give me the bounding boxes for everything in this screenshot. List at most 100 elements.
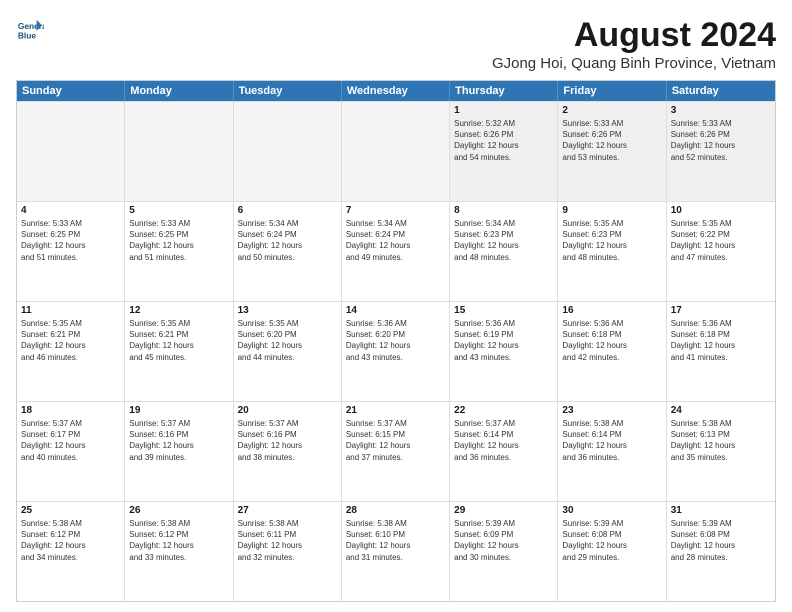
cell-content: Sunrise: 5:36 AM Sunset: 6:18 PM Dayligh…: [671, 318, 771, 363]
day-number: 15: [454, 305, 553, 316]
day-number: 3: [671, 105, 771, 116]
cell-content: Sunrise: 5:38 AM Sunset: 6:12 PM Dayligh…: [129, 518, 228, 563]
day-number: 7: [346, 205, 445, 216]
day-number: 25: [21, 505, 120, 516]
calendar-cell: 7Sunrise: 5:34 AM Sunset: 6:24 PM Daylig…: [342, 202, 450, 301]
cell-content: Sunrise: 5:35 AM Sunset: 6:23 PM Dayligh…: [562, 218, 661, 263]
day-number: 14: [346, 305, 445, 316]
cell-content: Sunrise: 5:34 AM Sunset: 6:24 PM Dayligh…: [238, 218, 337, 263]
day-number: 8: [454, 205, 553, 216]
logo-area: General Blue: [16, 16, 48, 44]
day-number: 27: [238, 505, 337, 516]
calendar-cell: 29Sunrise: 5:39 AM Sunset: 6:09 PM Dayli…: [450, 502, 558, 601]
calendar-cell: 23 Sunrise: 5:38 AM Sunset: 6:14 PM Dayli…: [558, 402, 666, 501]
cell-content: Sunrise: 5:32 AM Sunset: 6:26 PM Dayligh…: [454, 118, 553, 163]
calendar-cell: 28 Sunrise: 5:38 AM Sunset: 6:10 PM Dayli…: [342, 502, 450, 601]
day-number: 10: [671, 205, 771, 216]
day-number: 5: [129, 205, 228, 216]
calendar-page: General Blue August 2024 GJong Hoi, Quan…: [0, 0, 792, 612]
day-number: 4: [21, 205, 120, 216]
calendar: SundayMondayTuesdayWednesdayThursdayFrid…: [16, 80, 776, 602]
calendar-row: 11 Sunrise: 5:35 AM Sunset: 6:21 PM Dayli…: [17, 301, 775, 401]
day-number: 9: [562, 205, 661, 216]
subtitle: GJong Hoi, Quang Binh Province, Vietnam: [492, 55, 776, 72]
cell-content: Sunrise: 5:35 AM Sunset: 6:21 PM Dayligh…: [21, 318, 120, 363]
calendar-cell: 13 Sunrise: 5:35 AM Sunset: 6:20 PM Dayli…: [234, 302, 342, 401]
cell-content: Sunrise: 5:33 AM Sunset: 6:25 PM Dayligh…: [129, 218, 228, 263]
calendar-cell: 9 Sunrise: 5:35 AM Sunset: 6:23 PM Daylig…: [558, 202, 666, 301]
cell-content: Sunrise: 5:39 AM Sunset: 6:08 PM Dayligh…: [671, 518, 771, 563]
weekday-header: Thursday: [450, 81, 558, 101]
day-number: 18: [21, 405, 120, 416]
day-number: 19: [129, 405, 228, 416]
day-number: 23: [562, 405, 661, 416]
cell-content: Sunrise: 5:37 AM Sunset: 6:15 PM Dayligh…: [346, 418, 445, 463]
calendar-row: 18 Sunrise: 5:37 AM Sunset: 6:17 PM Dayli…: [17, 401, 775, 501]
svg-text:Blue: Blue: [18, 30, 36, 40]
day-number: 24: [671, 405, 771, 416]
cell-content: Sunrise: 5:36 AM Sunset: 6:18 PM Dayligh…: [562, 318, 661, 363]
calendar-cell: 27 Sunrise: 5:38 AM Sunset: 6:11 PM Dayli…: [234, 502, 342, 601]
calendar-cell: 12 Sunrise: 5:35 AM Sunset: 6:21 PM Dayli…: [125, 302, 233, 401]
day-number: 11: [21, 305, 120, 316]
calendar-cell: 24Sunrise: 5:38 AM Sunset: 6:13 PM Dayli…: [667, 402, 775, 501]
logo-icon: General Blue: [16, 16, 44, 44]
calendar-cell: 8 Sunrise: 5:34 AM Sunset: 6:23 PM Daylig…: [450, 202, 558, 301]
day-number: 30: [562, 505, 661, 516]
weekday-header: Friday: [558, 81, 666, 101]
calendar-cell: 1Sunrise: 5:32 AM Sunset: 6:26 PM Daylig…: [450, 102, 558, 201]
calendar-cell: 10Sunrise: 5:35 AM Sunset: 6:22 PM Dayli…: [667, 202, 775, 301]
calendar-row: 25 Sunrise: 5:38 AM Sunset: 6:12 PM Dayli…: [17, 501, 775, 601]
cell-content: Sunrise: 5:37 AM Sunset: 6:14 PM Dayligh…: [454, 418, 553, 463]
cell-content: Sunrise: 5:33 AM Sunset: 6:26 PM Dayligh…: [562, 118, 661, 163]
calendar-cell: 22 Sunrise: 5:37 AM Sunset: 6:14 PM Dayli…: [450, 402, 558, 501]
cell-content: Sunrise: 5:33 AM Sunset: 6:25 PM Dayligh…: [21, 218, 120, 263]
cell-content: Sunrise: 5:38 AM Sunset: 6:12 PM Dayligh…: [21, 518, 120, 563]
calendar-cell: 5 Sunrise: 5:33 AM Sunset: 6:25 PM Daylig…: [125, 202, 233, 301]
calendar-body: 1Sunrise: 5:32 AM Sunset: 6:26 PM Daylig…: [17, 101, 775, 601]
cell-content: Sunrise: 5:35 AM Sunset: 6:21 PM Dayligh…: [129, 318, 228, 363]
cell-content: Sunrise: 5:38 AM Sunset: 6:14 PM Dayligh…: [562, 418, 661, 463]
calendar-cell: [342, 102, 450, 201]
calendar-row: 1Sunrise: 5:32 AM Sunset: 6:26 PM Daylig…: [17, 101, 775, 201]
calendar-row: 4 Sunrise: 5:33 AM Sunset: 6:25 PM Daylig…: [17, 201, 775, 301]
calendar-cell: 31 Sunrise: 5:39 AM Sunset: 6:08 PM Dayli…: [667, 502, 775, 601]
day-number: 2: [562, 105, 661, 116]
cell-content: Sunrise: 5:33 AM Sunset: 6:26 PM Dayligh…: [671, 118, 771, 163]
cell-content: Sunrise: 5:35 AM Sunset: 6:20 PM Dayligh…: [238, 318, 337, 363]
cell-content: Sunrise: 5:37 AM Sunset: 6:16 PM Dayligh…: [238, 418, 337, 463]
cell-content: Sunrise: 5:39 AM Sunset: 6:09 PM Dayligh…: [454, 518, 553, 563]
calendar-cell: 19Sunrise: 5:37 AM Sunset: 6:16 PM Dayli…: [125, 402, 233, 501]
calendar-cell: 21 Sunrise: 5:37 AM Sunset: 6:15 PM Dayli…: [342, 402, 450, 501]
weekday-header: Monday: [125, 81, 233, 101]
calendar-cell: [234, 102, 342, 201]
day-number: 31: [671, 505, 771, 516]
title-area: August 2024 GJong Hoi, Quang Binh Provin…: [492, 16, 776, 72]
day-number: 26: [129, 505, 228, 516]
calendar-cell: 15 Sunrise: 5:36 AM Sunset: 6:19 PM Dayli…: [450, 302, 558, 401]
cell-content: Sunrise: 5:34 AM Sunset: 6:23 PM Dayligh…: [454, 218, 553, 263]
calendar-cell: 14 Sunrise: 5:36 AM Sunset: 6:20 PM Dayli…: [342, 302, 450, 401]
header: General Blue August 2024 GJong Hoi, Quan…: [16, 16, 776, 72]
day-number: 22: [454, 405, 553, 416]
calendar-cell: 16Sunrise: 5:36 AM Sunset: 6:18 PM Dayli…: [558, 302, 666, 401]
calendar-cell: 11 Sunrise: 5:35 AM Sunset: 6:21 PM Dayli…: [17, 302, 125, 401]
calendar-cell: 26 Sunrise: 5:38 AM Sunset: 6:12 PM Dayli…: [125, 502, 233, 601]
calendar-cell: 2 Sunrise: 5:33 AM Sunset: 6:26 PM Daylig…: [558, 102, 666, 201]
day-number: 28: [346, 505, 445, 516]
weekday-header: Wednesday: [342, 81, 450, 101]
cell-content: Sunrise: 5:37 AM Sunset: 6:17 PM Dayligh…: [21, 418, 120, 463]
calendar-header: SundayMondayTuesdayWednesdayThursdayFrid…: [17, 81, 775, 101]
cell-content: Sunrise: 5:38 AM Sunset: 6:10 PM Dayligh…: [346, 518, 445, 563]
day-number: 17: [671, 305, 771, 316]
day-number: 12: [129, 305, 228, 316]
calendar-cell: 18 Sunrise: 5:37 AM Sunset: 6:17 PM Dayli…: [17, 402, 125, 501]
calendar-cell: [17, 102, 125, 201]
cell-content: Sunrise: 5:36 AM Sunset: 6:19 PM Dayligh…: [454, 318, 553, 363]
cell-content: Sunrise: 5:38 AM Sunset: 6:11 PM Dayligh…: [238, 518, 337, 563]
cell-content: Sunrise: 5:39 AM Sunset: 6:08 PM Dayligh…: [562, 518, 661, 563]
day-number: 20: [238, 405, 337, 416]
cell-content: Sunrise: 5:36 AM Sunset: 6:20 PM Dayligh…: [346, 318, 445, 363]
day-number: 21: [346, 405, 445, 416]
day-number: 13: [238, 305, 337, 316]
